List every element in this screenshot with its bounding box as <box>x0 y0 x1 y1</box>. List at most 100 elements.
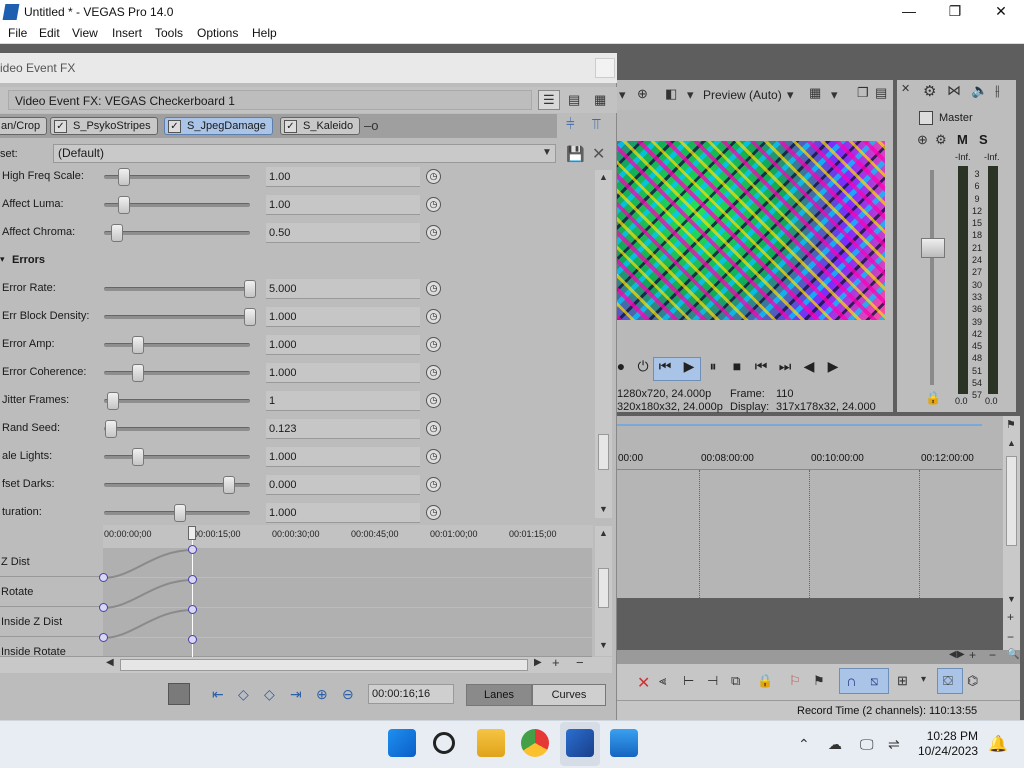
plugin-psykostripes[interactable]: ✓ S_PsykoStripes <box>50 117 158 135</box>
kf-playhead-handle[interactable] <box>188 526 196 540</box>
collapse-icon[interactable]: ▾ <box>0 254 5 265</box>
add-keyframe-icon[interactable]: ⊕ <box>316 686 328 703</box>
param-value-field[interactable]: 0.50 <box>266 223 420 243</box>
param-value-field[interactable]: 0.123 <box>266 419 420 439</box>
kf-hscroll[interactable]: ◀ ▶ + − <box>0 655 612 673</box>
stop-icon[interactable]: ■ <box>728 358 746 374</box>
animate-clock-icon[interactable]: ◷ <box>426 449 441 464</box>
delete-icon[interactable]: ✕ <box>637 673 650 693</box>
menu-insert[interactable]: Insert <box>112 26 142 40</box>
timeline-ruler[interactable]: 00:00 00:08:00:00 00:10:00:00 00:12:00:0… <box>617 446 1002 470</box>
plugin-pan-crop[interactable]: an/Crop <box>0 117 48 135</box>
zoom-in-icon[interactable]: + <box>1007 610 1014 624</box>
keyframe-marker[interactable] <box>188 575 197 584</box>
param-value-field[interactable]: 1.00 <box>266 195 420 215</box>
scroll-right-icon[interactable]: ▶ <box>957 649 965 660</box>
kf-scroll-thumb[interactable] <box>598 568 609 608</box>
save-snapshot-icon[interactable]: ▤ <box>875 85 887 101</box>
minimize-button[interactable]: — <box>886 0 932 24</box>
keyframe-marker[interactable] <box>188 635 197 644</box>
last-keyframe-icon[interactable]: ⇥ <box>290 686 302 703</box>
notification-bell-icon[interactable]: 🔔 <box>988 734 1008 754</box>
lock-event-icon[interactable]: 🔒 <box>757 673 773 689</box>
split-screen-icon[interactable]: ⊕ <box>637 86 648 102</box>
downmix-icon[interactable]: ⋈ <box>947 82 961 99</box>
param-slider-track[interactable] <box>104 287 250 291</box>
curves-tab[interactable]: Curves <box>532 684 606 706</box>
insert-fx-icon[interactable]: ⚙ <box>935 132 947 148</box>
prev-frame-icon[interactable]: ◀ <box>800 358 818 375</box>
param-value-field[interactable]: 5.000 <box>266 279 420 299</box>
close-panel-icon[interactable]: ✕ <box>901 82 910 95</box>
menu-tools[interactable]: Tools <box>155 26 183 40</box>
param-value-field[interactable]: 0.000 <box>266 475 420 495</box>
params-vscroll[interactable]: ▲ ▼ <box>595 170 612 518</box>
next-frame-icon[interactable]: ▶ <box>824 358 842 375</box>
animate-clock-icon[interactable]: ◷ <box>426 421 441 436</box>
param-slider-knob[interactable] <box>132 364 144 382</box>
scroll-left-icon[interactable]: ◀ <box>106 657 114 668</box>
remove-plugin-icon[interactable]: ⫪ <box>592 116 600 133</box>
lock-icon[interactable]: 🔒 <box>925 390 941 406</box>
overlay-icon[interactable]: ◧ <box>665 86 677 102</box>
edit-mode-dropdown-icon[interactable]: ▾ <box>921 674 926 685</box>
timeline-vscroll[interactable]: ⚑ ▲ ▼ + − <box>1003 416 1020 660</box>
animate-clock-icon[interactable]: ◷ <box>426 393 441 408</box>
grid-view-icon[interactable]: ▦ <box>594 92 606 108</box>
start-button-icon[interactable] <box>388 729 416 757</box>
h-zoom-in-icon[interactable]: + <box>969 648 976 662</box>
param-value-field[interactable]: 1.000 <box>266 307 420 327</box>
param-slider-knob[interactable] <box>244 280 256 298</box>
param-slider-knob[interactable] <box>132 448 144 466</box>
sync-cursor-icon[interactable] <box>168 683 190 705</box>
param-slider-knob[interactable] <box>107 392 119 410</box>
solo-button[interactable]: S <box>979 132 988 147</box>
menu-file[interactable]: File <box>8 26 27 40</box>
system-clock[interactable]: 10:28 PM 10/24/2023 <box>918 729 978 759</box>
display-icon[interactable]: 🖵 <box>860 736 874 753</box>
param-slider-knob[interactable] <box>111 224 123 242</box>
network-icon[interactable]: ⇌ <box>888 736 900 753</box>
copy-snapshot-icon[interactable]: ❐ <box>857 85 869 101</box>
animate-clock-icon[interactable]: ◷ <box>426 309 441 324</box>
zoom-out-icon[interactable]: − <box>1007 630 1014 644</box>
animate-clock-icon[interactable]: ◷ <box>426 337 441 352</box>
param-slider-knob[interactable] <box>118 196 130 214</box>
kf-vscroll[interactable]: ▲ ▼ <box>595 526 612 656</box>
play-icon[interactable]: ▶ <box>680 358 698 375</box>
vegas-taskbar-icon[interactable] <box>566 729 594 757</box>
zoom-out-icon[interactable]: − <box>576 655 584 670</box>
animate-clock-icon[interactable]: ◷ <box>426 169 441 184</box>
scroll-up-icon[interactable]: ▲ <box>1007 438 1016 448</box>
preview-settings-icon[interactable]: ▾ <box>619 87 626 103</box>
preset-dropdown-icon[interactable]: ▼ <box>542 147 552 158</box>
normal-edit-tool-icon[interactable]: ⛋ <box>943 673 953 689</box>
plugin-kaleido[interactable]: ✓ S_Kaleido <box>280 117 361 135</box>
go-to-end-icon[interactable]: ⏭ <box>776 358 794 375</box>
chrome-icon[interactable] <box>521 729 549 757</box>
play-from-start-icon[interactable]: ⏮ <box>656 358 674 375</box>
grid-dropdown-icon[interactable]: ▾ <box>831 87 838 103</box>
animate-clock-icon[interactable]: ◷ <box>426 505 441 520</box>
chevron-up-icon[interactable]: ⌃ <box>798 736 810 753</box>
save-preset-icon[interactable]: 💾 <box>566 145 585 163</box>
params-scroll-thumb[interactable] <box>598 434 609 470</box>
preview-quality-select[interactable]: Preview (Auto) <box>703 88 782 102</box>
animate-clock-icon[interactable]: ◷ <box>426 225 441 240</box>
plugin-jpegdamage[interactable]: ✓ S_JpegDamage <box>164 117 273 135</box>
marker-add-icon[interactable]: ⚐ <box>789 673 801 689</box>
zoom-in-icon[interactable]: + <box>552 655 560 670</box>
pause-icon[interactable]: ⏸ <box>704 358 722 375</box>
auto-ripple-icon[interactable]: ⧅ <box>870 673 878 689</box>
param-slider-track[interactable] <box>104 231 250 235</box>
scroll-down-icon[interactable]: ▼ <box>599 640 608 650</box>
trim-end-icon[interactable]: ⊣ <box>707 673 718 689</box>
param-slider-track[interactable] <box>104 371 250 375</box>
envelope-tool-icon[interactable]: ⌬ <box>967 673 978 689</box>
first-keyframe-icon[interactable]: ⇤ <box>212 686 224 703</box>
keyframe-marker[interactable] <box>188 605 197 614</box>
keyframe-ruler[interactable]: 00:00:00;00 00:00:15;00 00:00:30;00 00:0… <box>103 525 593 549</box>
param-slider-knob[interactable] <box>105 420 117 438</box>
maximize-button[interactable]: ❐ <box>932 0 978 24</box>
scroll-right-icon[interactable]: ▶ <box>534 657 542 668</box>
